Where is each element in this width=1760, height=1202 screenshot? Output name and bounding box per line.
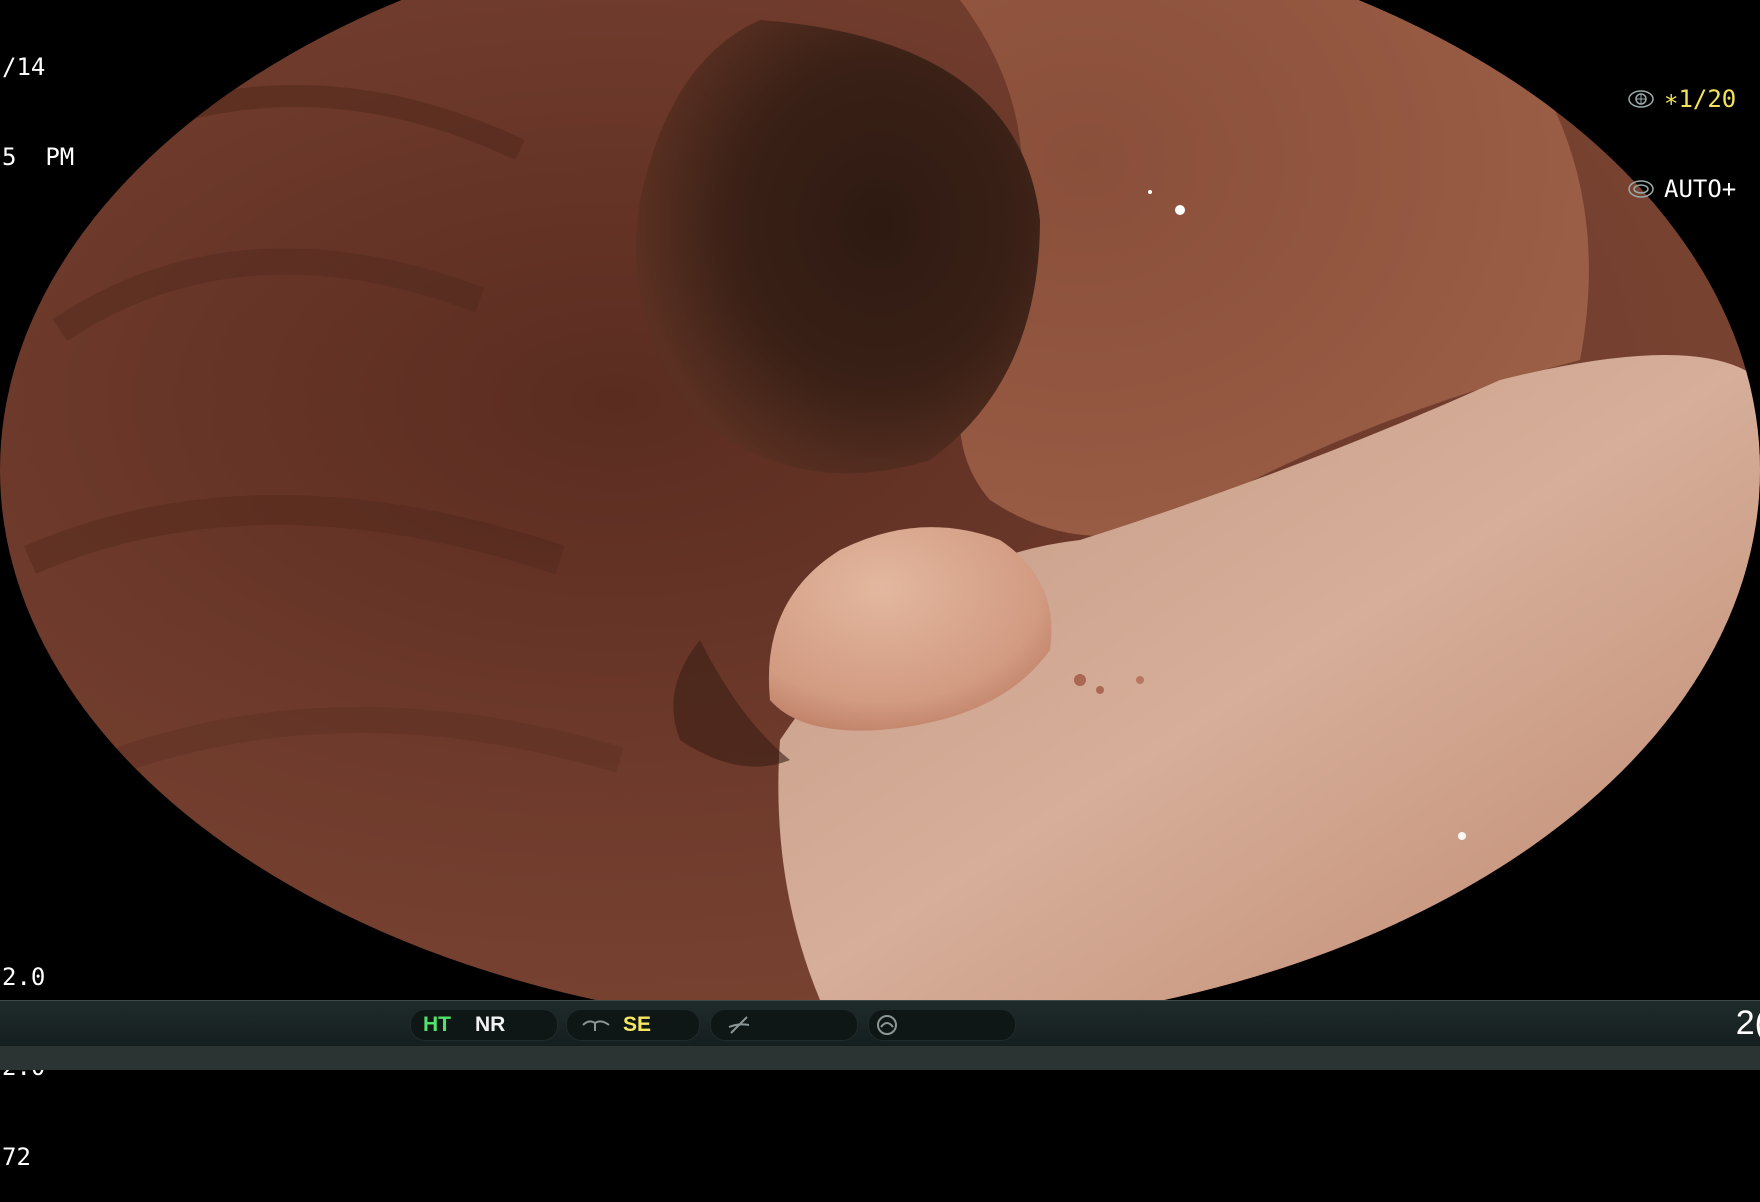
- slash-pill[interactable]: [710, 1009, 858, 1041]
- ht-nr-pill[interactable]: HT NR: [410, 1009, 558, 1041]
- time-text: 5 PM: [2, 143, 75, 171]
- curve-icon: [582, 1020, 610, 1031]
- se-label: SE: [623, 1013, 652, 1036]
- image-counter: 2(: [1735, 1004, 1760, 1042]
- info-line-3: 72: [2, 1143, 31, 1171]
- eye-icon: [1628, 180, 1654, 198]
- se-pill[interactable]: SE: [566, 1009, 700, 1041]
- aperture-icon: [1628, 90, 1654, 108]
- ht-label: HT: [423, 1013, 451, 1036]
- top-left-overlay: /14 5 PM: [2, 0, 74, 202]
- date-text: /14: [2, 53, 46, 81]
- shutter-speed: ∗1/20: [1664, 85, 1737, 113]
- nr-label: NR: [475, 1013, 506, 1036]
- top-right-overlay: ∗1/20 AUTO+: [1628, 24, 1736, 234]
- bottom-bar: [0, 1046, 1760, 1070]
- scope-pill[interactable]: [868, 1009, 1016, 1041]
- info-line-1: 2.0: [2, 963, 46, 991]
- endoscopic-image: [0, 0, 1760, 1000]
- endoscope-view: [0, 0, 1760, 1000]
- iris-mode: AUTO+: [1664, 175, 1737, 203]
- circle-gauge-icon: [877, 1015, 897, 1035]
- status-bar: HT NR SE: [0, 1000, 1760, 1047]
- slash-curve-icon: [728, 1016, 750, 1034]
